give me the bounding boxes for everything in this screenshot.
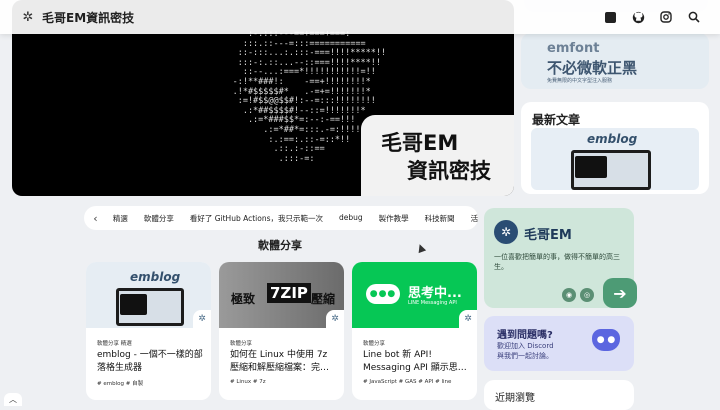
snowflake-logo-icon[interactable]: ✲ [20, 9, 36, 25]
header-icons [602, 9, 702, 25]
hero-ascii-art: :-.:::---==+===+===: :::.::---=:::======… [232, 29, 387, 164]
discord-line2: 與我們一起討論。 [497, 352, 553, 360]
post-categories: 軟體分享 精選 [97, 341, 132, 347]
profile-name: 毛哥EM [524, 228, 572, 243]
post-card-linebot[interactable]: ●●● 思考中... LINE Messaging API ✲ 軟體分享 Lin… [352, 262, 477, 400]
snowflake-icon: ✲ [459, 310, 477, 328]
card-image-subtext: LINE Messaging API [408, 300, 457, 306]
discord-heading: 遇到問題嗎? [497, 330, 553, 341]
thumbnail-logo-text: emblog [587, 132, 638, 146]
github-icon[interactable] [630, 9, 646, 25]
post-card-emblog[interactable]: emblog ✲ 軟體分享 精選 emblog - 一個不一樣的部落格生成器 #… [86, 262, 211, 400]
chat-bubble-icon: ●●● [366, 284, 400, 304]
instagram-icon[interactable]: ◎ [580, 288, 594, 302]
mouse-cursor [415, 242, 427, 254]
site-title[interactable]: 毛哥EM資訊密技 [42, 9, 134, 26]
category-item[interactable]: 軟體分享 [136, 213, 182, 224]
latest-post-thumbnail[interactable]: emblog [531, 128, 699, 190]
category-item[interactable]: debug [331, 213, 371, 224]
laptop-image [571, 150, 651, 190]
category-item[interactable]: 科技新聞 [417, 213, 463, 224]
post-categories: 軟體分享 [230, 341, 253, 347]
discord-text: 歡迎加入 Discord 與我們一起討論。 [497, 341, 554, 361]
hero-title-badge: 毛哥EM 資訊密技 [361, 115, 514, 196]
dark-mode-icon[interactable] [602, 9, 618, 25]
profile-description: 一位喜歡把簡單的事，做得不簡單的高三生。 [494, 253, 620, 271]
post-card-image: emblog ✲ [86, 262, 211, 328]
discord-icon: ● ● [592, 329, 620, 351]
post-tags[interactable]: # JavaScript # GAS # API # line [363, 379, 451, 385]
category-item[interactable]: 看好了 GitHub Actions，我只示範一次 [182, 213, 331, 224]
post-card-7zip[interactable]: 極致 7ZIP 壓縮 ✲ 軟體分享 如何在 Linux 中使用 7z 壓縮和解壓… [219, 262, 344, 400]
hero-title-line1: 毛哥EM [381, 131, 459, 155]
emfont-title: 不必微軟正黑 [547, 59, 638, 77]
category-prev-button[interactable]: ‹ [86, 212, 105, 225]
post-title[interactable]: 如何在 Linux 中使用 7z 壓縮和解壓縮檔案：完… [230, 349, 336, 375]
instagram-icon[interactable] [658, 9, 674, 25]
github-icon[interactable]: ◉ [562, 288, 576, 302]
discord-line1: 歡迎加入 Discord [497, 342, 554, 350]
emfont-subtitle: 免費無限的中文字型注入服務 [547, 78, 613, 84]
7zip-badge: 7ZIP [267, 283, 311, 303]
chevron-up-icon[interactable]: ︿ [4, 393, 22, 406]
post-tags[interactable]: # Linux # 7z [230, 379, 266, 385]
snowflake-icon: ✲ [326, 310, 344, 328]
post-card-image: 極致 7ZIP 壓縮 ✲ [219, 262, 344, 328]
search-icon[interactable] [686, 9, 702, 25]
category-item[interactable]: 精選 [105, 213, 136, 224]
card-image-text-right: 壓縮 [311, 292, 336, 306]
section-heading: 軟體分享 [258, 239, 302, 252]
post-title[interactable]: Line bot 新 API! Messaging API 顯示思… [363, 349, 469, 375]
top-navbar: ✲ 毛哥EM資訊密技 [0, 0, 720, 34]
latest-posts-heading: 最新文章 [532, 113, 581, 127]
category-list: 精選 軟體分享 看好了 GitHub Actions，我只示範一次 debug … [105, 213, 478, 224]
profile-card: ✲ 毛哥EM 一位喜歡把簡單的事，做得不簡單的高三生。 ◉ ◎ ➔ [484, 208, 637, 308]
latest-posts-card: 最新文章 emblog [521, 102, 709, 194]
emfont-logo: emfont [547, 41, 600, 56]
discord-card[interactable]: 遇到問題嗎? 歡迎加入 Discord 與我們一起討論。 ● ● [484, 316, 634, 371]
card-image-text-left: 極致 [231, 292, 256, 306]
post-categories: 軟體分享 [363, 341, 386, 347]
laptop-image [116, 288, 184, 326]
avatar: ✲ [494, 220, 518, 244]
post-title[interactable]: emblog - 一個不一樣的部落格生成器 [97, 349, 203, 375]
recent-views-heading: 近期瀏覽 [495, 393, 535, 404]
card-image-text: emblog [130, 270, 181, 284]
post-tags[interactable]: # emblog # 自製 [97, 379, 143, 387]
category-item[interactable]: 製作教學 [371, 213, 417, 224]
post-card-image: ●●● 思考中... LINE Messaging API ✲ [352, 262, 477, 328]
emfont-ad-card[interactable]: emfont 不必微軟正黑 免費無限的中文字型注入服務 [521, 33, 709, 89]
category-item[interactable]: 活動心 [463, 213, 478, 224]
profile-go-button[interactable]: ➔ [603, 278, 637, 308]
category-bar: ‹ 精選 軟體分享 看好了 GitHub Actions，我只示範一次 debu… [84, 206, 478, 230]
hero-title-line2: 資訊密技 [407, 159, 491, 183]
profile-social-links: ◉ ◎ [562, 288, 594, 302]
snowflake-icon: ✲ [193, 310, 211, 328]
card-image-text: 思考中... [408, 286, 462, 301]
